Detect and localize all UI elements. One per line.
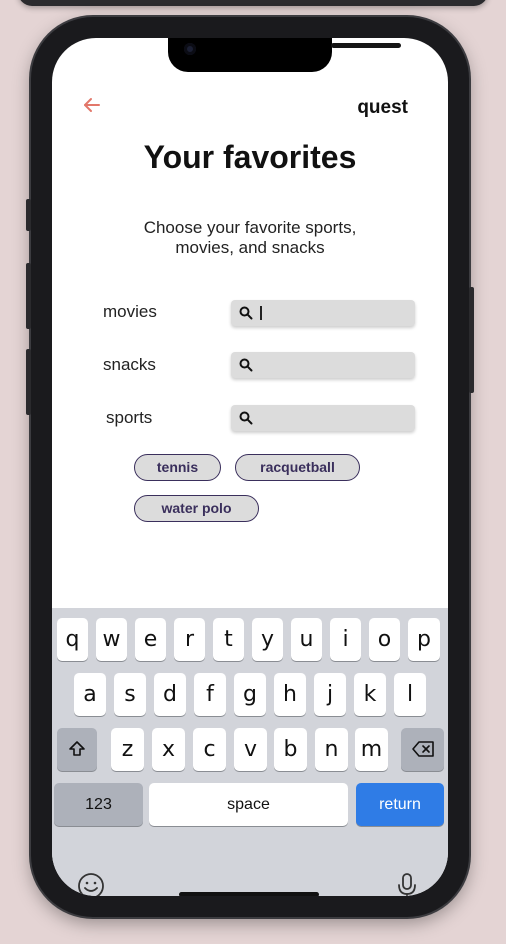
- shift-key[interactable]: [57, 728, 97, 771]
- phone-frame: quest Your favorites Choose your favorit…: [26, 17, 474, 917]
- background-device-edge: [18, 0, 488, 6]
- power-button: [469, 287, 474, 393]
- text-cursor: [260, 306, 262, 320]
- key-f[interactable]: f: [194, 673, 226, 716]
- key-e[interactable]: e: [135, 618, 166, 661]
- key-l[interactable]: l: [394, 673, 426, 716]
- backspace-key[interactable]: [401, 728, 444, 771]
- shift-icon: [69, 741, 85, 756]
- movies-label: movies: [103, 302, 157, 321]
- chip-water-polo[interactable]: water polo: [134, 495, 259, 522]
- key-v[interactable]: v: [234, 728, 267, 771]
- speaker: [331, 43, 401, 48]
- key-i[interactable]: i: [330, 618, 361, 661]
- key-n[interactable]: n: [315, 728, 348, 771]
- return-key[interactable]: return: [356, 783, 444, 826]
- key-y[interactable]: y: [252, 618, 283, 661]
- key-q[interactable]: q: [57, 618, 88, 661]
- sports-label: sports: [106, 408, 153, 427]
- silent-switch: [26, 199, 31, 231]
- camera: [184, 43, 196, 55]
- key-r[interactable]: r: [174, 618, 205, 661]
- key-z[interactable]: z: [111, 728, 144, 771]
- chip-racquetball[interactable]: racquetball: [235, 454, 360, 481]
- search-icon: [239, 358, 253, 372]
- search-icon: [239, 306, 253, 320]
- snacks-search-input[interactable]: [231, 352, 415, 378]
- volume-down-button: [26, 349, 31, 415]
- movies-search-input[interactable]: [231, 300, 415, 326]
- chip-tennis[interactable]: tennis: [134, 454, 221, 481]
- sports-search-input[interactable]: [231, 405, 415, 431]
- key-o[interactable]: o: [369, 618, 400, 661]
- snacks-label: snacks: [103, 355, 156, 374]
- page-title: Your favorites: [143, 139, 357, 175]
- key-s[interactable]: s: [114, 673, 146, 716]
- key-d[interactable]: d: [154, 673, 186, 716]
- back-button[interactable]: [80, 93, 104, 117]
- search-icon: [239, 411, 253, 425]
- key-b[interactable]: b: [274, 728, 307, 771]
- key-p[interactable]: p: [408, 618, 440, 661]
- keyboard: q w e r t y u i o p a s d f g h j k l z: [52, 608, 448, 896]
- notch: [168, 38, 401, 72]
- key-j[interactable]: j: [314, 673, 346, 716]
- key-t[interactable]: t: [213, 618, 244, 661]
- microphone-icon[interactable]: [397, 872, 417, 896]
- key-g[interactable]: g: [234, 673, 266, 716]
- key-m[interactable]: m: [355, 728, 388, 771]
- arrow-left-icon: [84, 98, 100, 112]
- page-subtitle: Choose your favorite sports, movies, and…: [122, 218, 378, 258]
- key-c[interactable]: c: [193, 728, 226, 771]
- key-h[interactable]: h: [274, 673, 306, 716]
- key-u[interactable]: u: [291, 618, 322, 661]
- key-a[interactable]: a: [74, 673, 106, 716]
- subtitle-line: Choose your favorite sports,: [143, 218, 357, 237]
- subtitle-line: movies, and snacks: [175, 238, 325, 257]
- emoji-icon[interactable]: [77, 872, 105, 896]
- brand-name: quest: [357, 97, 408, 118]
- key-k[interactable]: k: [354, 673, 386, 716]
- screen: quest Your favorites Choose your favorit…: [52, 38, 448, 896]
- key-x[interactable]: x: [152, 728, 185, 771]
- numbers-key[interactable]: 123: [54, 783, 143, 826]
- backspace-icon: [412, 741, 434, 757]
- key-w[interactable]: w: [96, 618, 127, 661]
- home-indicator[interactable]: [179, 892, 319, 896]
- volume-up-button: [26, 263, 31, 329]
- space-key[interactable]: space: [149, 783, 348, 826]
